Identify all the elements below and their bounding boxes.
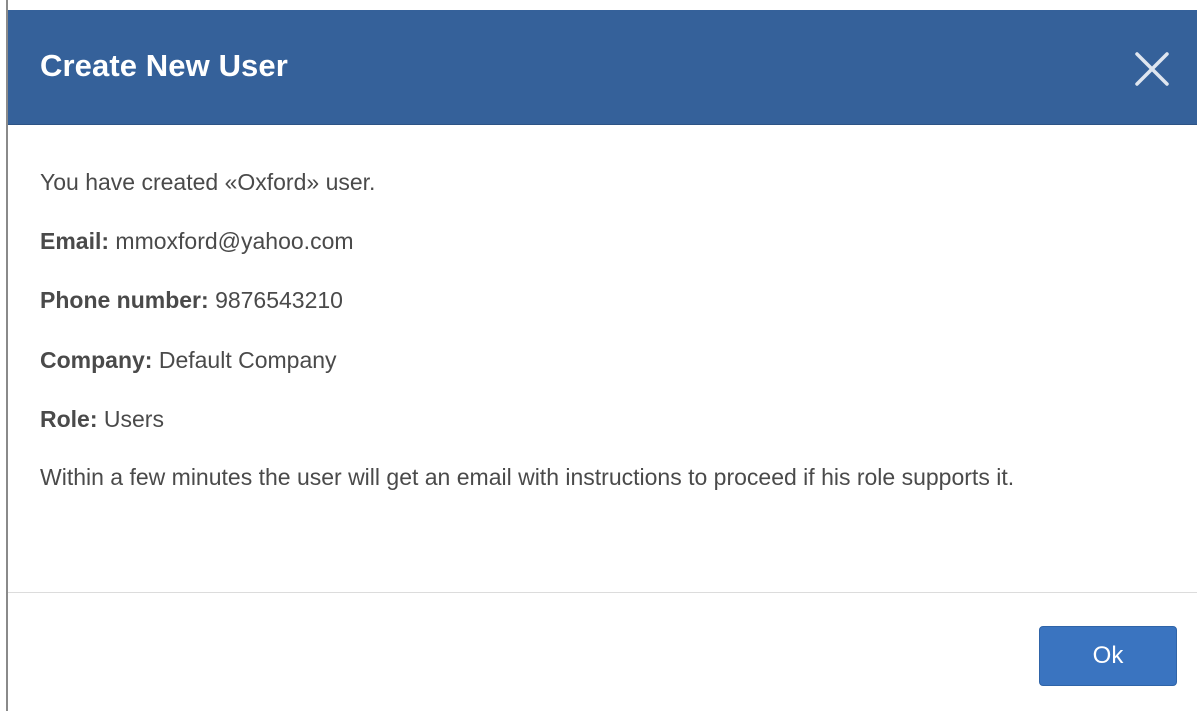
phone-value: 9876543210	[215, 287, 343, 313]
role-row: Role: Users	[40, 406, 164, 433]
company-row: Company: Default Company	[40, 347, 337, 374]
footer-divider	[8, 592, 1197, 593]
confirmation-message: You have created «Oxford» user.	[40, 169, 376, 195]
company-value: Default Company	[158, 347, 337, 373]
screen: Create New User You have created «Oxford…	[0, 0, 1197, 711]
close-button[interactable]	[1133, 50, 1171, 88]
role-value: Users	[103, 406, 164, 432]
phone-row: Phone number: 9876543210	[40, 287, 343, 314]
company-label: Company:	[40, 347, 153, 373]
email-row: Email: mmoxford@yahoo.com	[40, 228, 354, 255]
dialog-header: Create New User	[8, 10, 1197, 125]
close-icon	[1135, 52, 1169, 86]
dialog-title: Create New User	[40, 48, 288, 83]
top-strip	[0, 0, 1197, 10]
create-user-dialog: Create New User You have created «Oxford…	[8, 10, 1197, 711]
instructions-note: Within a few minutes the user will get a…	[40, 464, 1015, 490]
email-label: Email:	[40, 228, 110, 254]
role-label: Role:	[40, 406, 98, 432]
ok-button[interactable]: Ok	[1039, 626, 1177, 686]
email-value: mmoxford@yahoo.com	[115, 228, 354, 254]
phone-label: Phone number:	[40, 287, 209, 313]
window-edge	[0, 0, 8, 711]
